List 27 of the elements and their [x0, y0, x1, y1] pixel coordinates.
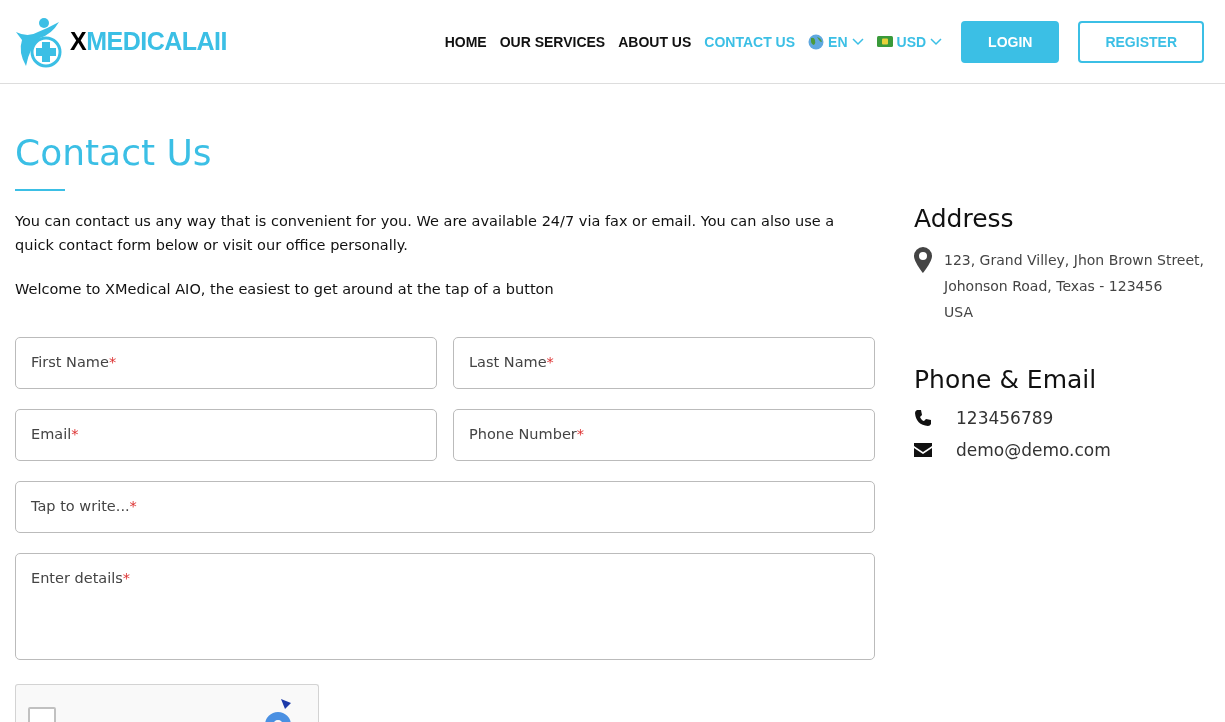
intro-paragraph: Welcome to XMedical AIO, the easiest to get around at the tap of a button: [15, 280, 555, 299]
nav-link[interactable]: OUR SERVICES: [499, 33, 606, 50]
input-field[interactable]: Last Name*: [453, 337, 875, 389]
nav-link[interactable]: HOME: [444, 33, 487, 50]
textarea-field[interactable]: Enter details*: [15, 553, 875, 660]
input-field[interactable]: Phone Number*: [453, 409, 875, 461]
location-pin-icon: [914, 247, 932, 273]
envelope-icon: [914, 443, 932, 457]
section-heading: Address: [914, 204, 1015, 233]
input-field[interactable]: First Name*: [15, 337, 437, 389]
caret-icon: [851, 37, 864, 46]
caret-icon: [930, 37, 943, 46]
globe-icon: [808, 33, 825, 50]
logo-text[interactable]: XMEDICALAII: [70, 27, 227, 56]
input-field[interactable]: Email*: [15, 409, 437, 461]
section-heading: Phone & Email: [914, 365, 1098, 394]
intro-paragraph: You can contact us any way that is convenient for you. We are available 24/7 via fax or email. You can also use a quick contact form below or visit our office personally.: [15, 212, 836, 255]
logo-icon: [14, 15, 64, 68]
nav-link[interactable]: ABOUT US: [618, 33, 692, 50]
page-title: Contact Us: [15, 132, 213, 173]
address-text: 123, Grand Villey, Jhon Brown Street, Johonson Road, Texas - 123456 USA: [944, 251, 1205, 322]
input-field[interactable]: Tap to write...*: [15, 481, 875, 533]
phone-number: 123456789: [956, 408, 1054, 428]
banknote-icon: [876, 36, 893, 47]
phone-icon: [914, 409, 932, 427]
email-address: demo@demo.com: [956, 440, 1111, 460]
title-underline: [15, 189, 65, 191]
